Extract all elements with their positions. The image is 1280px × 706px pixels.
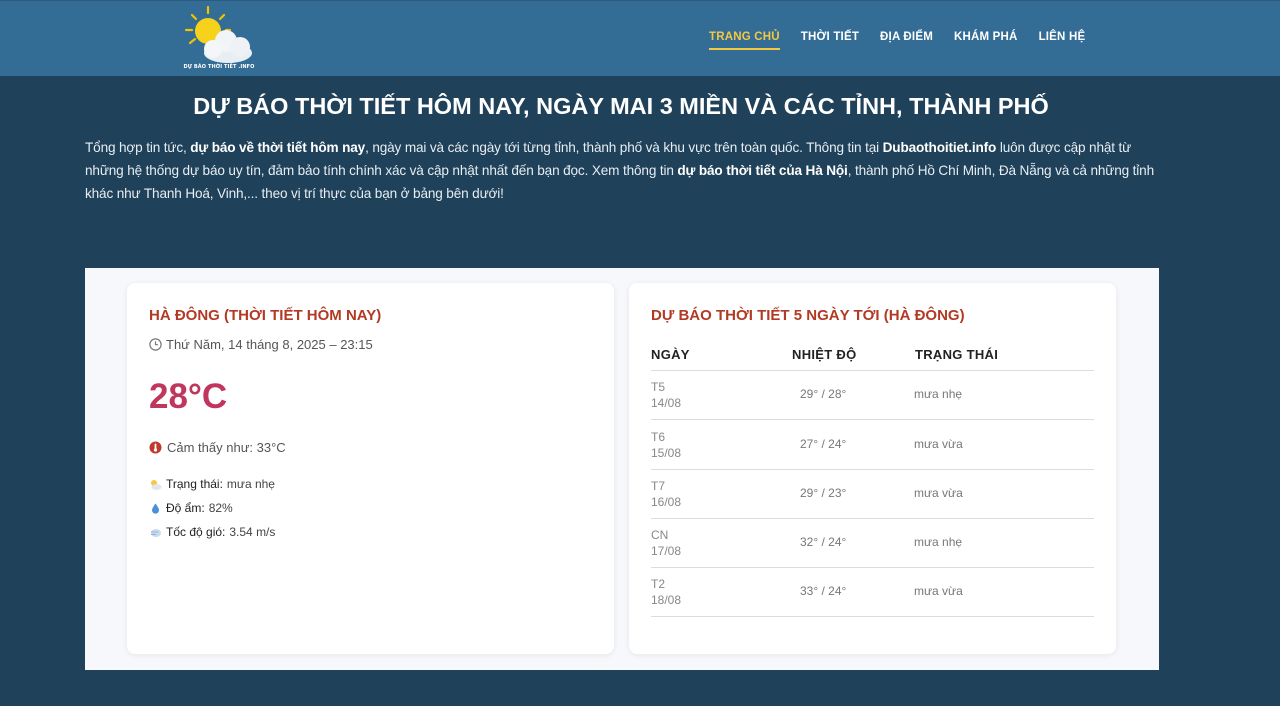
sun-cloud-icon <box>184 5 252 63</box>
intro-text: , ngày mai và các ngày tới từng tỉnh, th… <box>365 140 883 155</box>
day-date: 17/08 <box>651 544 682 558</box>
table-row: T6 15/08 27° / 24° mưa vừa <box>651 421 1094 470</box>
nav-item-home[interactable]: TRANG CHỦ <box>709 31 780 50</box>
datetime-text: Thứ Năm, 14 tháng 8, 2025 – 23:15 <box>166 337 373 352</box>
table-row: T7 16/08 29° / 23° mưa vừa <box>651 470 1094 519</box>
logo-text: DỰ BÁO THỜI TIẾT .INFO <box>183 64 255 70</box>
row-status: mưa vừa <box>914 584 963 598</box>
site-header: DỰ BÁO THỜI TIẾT .INFO TRANG CHỦ THỜI TI… <box>0 0 1280 76</box>
status-value: mưa nhẹ <box>226 477 275 491</box>
row-status: mưa vừa <box>914 486 963 500</box>
day-date: 14/08 <box>651 396 682 410</box>
current-temperature: 28°C <box>149 377 228 416</box>
wind-detail: Tốc độ gió: 3.54 m/s <box>149 525 275 539</box>
row-temp: 29° / 23° <box>800 486 847 500</box>
humidity-label: Độ ẩm: <box>166 501 205 515</box>
intro-paragraph: Tổng hợp tin tức, dự báo về thời tiết hô… <box>85 136 1165 205</box>
wind-icon <box>149 526 162 539</box>
column-header-temp: NHIỆT ĐỘ <box>792 347 857 362</box>
column-header-status: TRẠNG THÁI <box>915 347 999 362</box>
intro-bold-link: dự báo về thời tiết hôm nay <box>190 140 366 155</box>
intro-bold-site: Dubaothoitiet.info <box>882 140 997 155</box>
forecast-card-title: DỰ BÁO THỜI TIẾT 5 NGÀY TỚI (HÀ ĐÔNG) <box>651 307 965 324</box>
today-card-title: HÀ ĐÔNG (THỜI TIẾT HÔM NAY) <box>149 307 382 324</box>
nav-item-contact[interactable]: LIÊN HỆ <box>1039 31 1086 50</box>
table-divider <box>651 419 1094 420</box>
day-abbr: T6 <box>651 430 666 444</box>
humidity-detail: Độ ẩm: 82% <box>149 501 233 515</box>
row-day: CN 17/08 <box>651 527 681 559</box>
intro-bold-hanoi: dự báo thời tiết của Hà Nội <box>677 163 848 178</box>
table-row: CN 17/08 32° / 24° mưa nhẹ <box>651 519 1094 568</box>
feels-like-text: Cảm thấy như: 33°C <box>167 440 286 455</box>
current-datetime: Thứ Năm, 14 tháng 8, 2025 – 23:15 <box>149 337 373 352</box>
main-nav: TRANG CHỦ THỜI TIẾT ĐỊA ĐIỂM KHÁM PHÁ LI… <box>709 31 1106 50</box>
row-status: mưa nhẹ <box>914 535 963 549</box>
status-detail: Trạng thái: mưa nhẹ <box>149 477 275 491</box>
forecast-card: DỰ BÁO THỜI TIẾT 5 NGÀY TỚI (HÀ ĐÔNG) NG… <box>629 283 1116 654</box>
today-weather-card: HÀ ĐÔNG (THỜI TIẾT HÔM NAY) Thứ Năm, 14 … <box>127 283 614 654</box>
day-date: 18/08 <box>651 593 682 607</box>
intro-text: Tổng hợp tin tức, <box>85 140 191 155</box>
wind-label: Tốc độ gió: <box>166 525 226 539</box>
row-temp: 32° / 24° <box>800 535 847 549</box>
table-row: T2 18/08 33° / 24° mưa vừa <box>651 568 1094 617</box>
site-logo[interactable]: DỰ BÁO THỜI TIẾT .INFO <box>180 5 258 75</box>
column-header-day: NGÀY <box>651 347 690 362</box>
row-day: T6 15/08 <box>651 429 681 461</box>
day-date: 15/08 <box>651 446 682 460</box>
table-row: T5 14/08 29° / 28° mưa nhẹ <box>651 371 1094 420</box>
row-temp: 29° / 28° <box>800 387 847 401</box>
sun-cloud-small-icon <box>149 478 162 491</box>
page-title: DỰ BÁO THỜI TIẾT HÔM NAY, NGÀY MAI 3 MIỀ… <box>193 93 1049 119</box>
weather-panel: HÀ ĐÔNG (THỜI TIẾT HÔM NAY) Thứ Năm, 14 … <box>85 268 1159 670</box>
row-day: T5 14/08 <box>651 379 681 411</box>
nav-item-explore[interactable]: KHÁM PHÁ <box>954 31 1018 50</box>
day-abbr: T5 <box>651 380 666 394</box>
thermometer-icon <box>149 441 162 454</box>
row-temp: 27° / 24° <box>800 437 847 451</box>
row-status: mưa vừa <box>914 437 963 451</box>
wind-value: 3.54 m/s <box>229 525 276 539</box>
row-temp: 33° / 24° <box>800 584 847 598</box>
table-divider <box>651 616 1094 617</box>
droplet-icon <box>149 502 162 515</box>
day-abbr: CN <box>651 528 669 542</box>
row-day: T2 18/08 <box>651 576 681 608</box>
day-abbr: T2 <box>651 577 666 591</box>
feels-like: Cảm thấy như: 33°C <box>149 440 286 455</box>
nav-item-locations[interactable]: ĐỊA ĐIỂM <box>880 31 933 50</box>
day-date: 16/08 <box>651 495 682 509</box>
nav-item-weather[interactable]: THỜI TIẾT <box>801 31 859 50</box>
row-status: mưa nhẹ <box>914 387 963 401</box>
clock-icon <box>149 338 162 351</box>
status-label: Trạng thái: <box>166 477 223 491</box>
row-day: T7 16/08 <box>651 478 681 510</box>
day-abbr: T7 <box>651 479 666 493</box>
humidity-value: 82% <box>208 501 233 515</box>
